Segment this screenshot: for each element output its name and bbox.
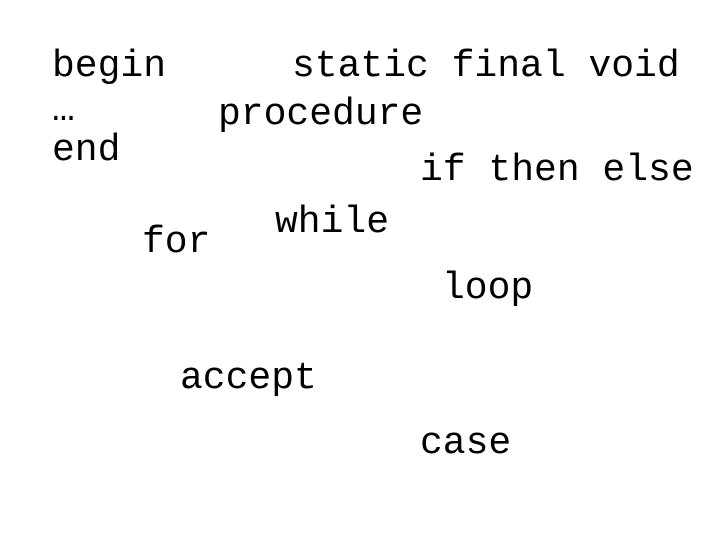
- keyword-if-then-else: if then else: [420, 152, 694, 190]
- keyword-case: case: [420, 425, 511, 463]
- keyword-while: while: [275, 204, 389, 242]
- keyword-for: for: [142, 224, 210, 262]
- keyword-begin: begin: [52, 48, 166, 86]
- keyword-ellipsis: …: [52, 92, 75, 130]
- keyword-end: end: [52, 132, 120, 170]
- keyword-accept: accept: [180, 360, 317, 398]
- keyword-static-final-void: static final void: [292, 48, 680, 86]
- keyword-loop: loop: [442, 270, 533, 308]
- keyword-procedure: procedure: [218, 96, 423, 134]
